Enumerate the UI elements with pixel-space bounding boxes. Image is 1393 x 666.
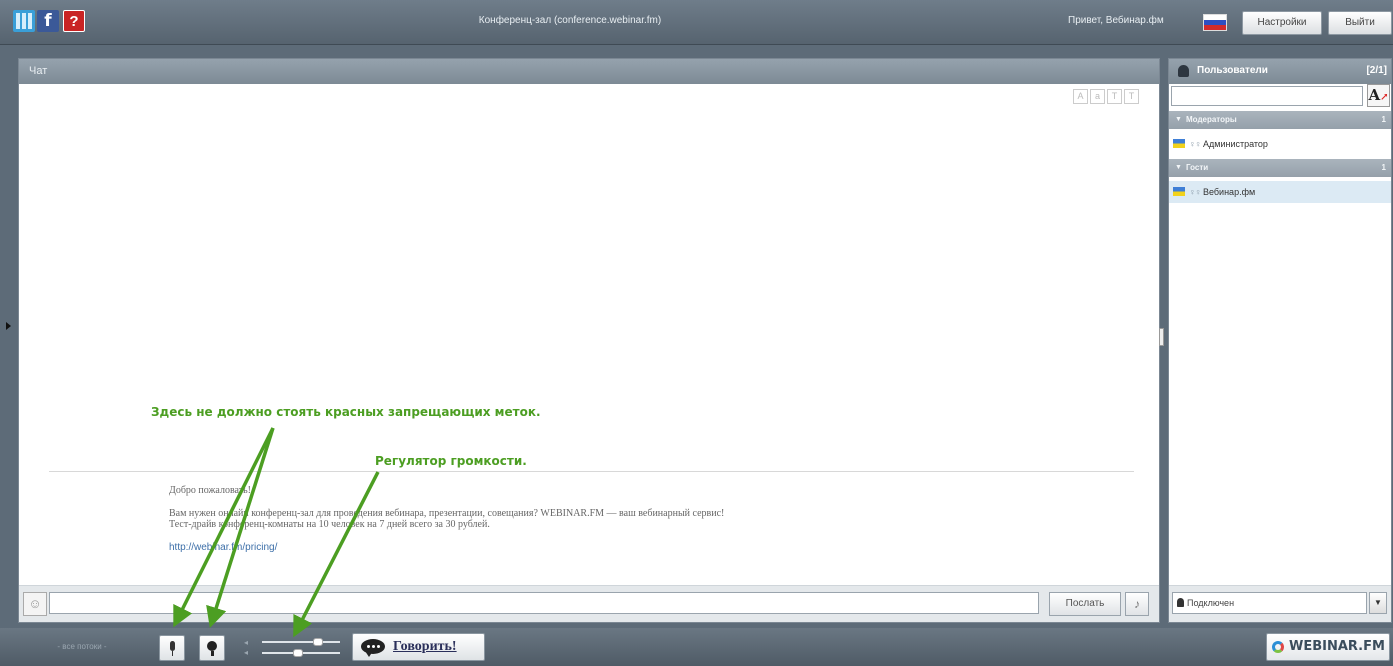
- person-icon: [1177, 598, 1184, 607]
- microphone-button[interactable]: [159, 635, 185, 661]
- ukraine-flag-icon: [1173, 187, 1185, 196]
- send-button[interactable]: Послать: [1049, 592, 1121, 616]
- users-count: [2/1]: [1366, 65, 1387, 76]
- collapse-left-arrow-icon[interactable]: [6, 322, 11, 330]
- connection-status-select[interactable]: Подключен: [1172, 592, 1367, 614]
- users-header: Пользователи [2/1]: [1169, 59, 1391, 84]
- volume-slider-thumb[interactable]: [312, 638, 323, 646]
- group-moderators[interactable]: ▼ Модераторы 1: [1169, 111, 1391, 129]
- chat-panel: Чат AaTT Добро пожаловать! Вам нужен онл…: [18, 58, 1160, 623]
- user-item-selected[interactable]: ♀♀ Вебинар.фм: [1169, 181, 1391, 203]
- logo-icon: [1272, 641, 1284, 653]
- users-title: Пользователи: [1197, 65, 1268, 76]
- panel-splitter[interactable]: [1159, 328, 1164, 346]
- welcome-line-1: Вам нужен онлайн конференц-зал для прове…: [169, 508, 725, 519]
- font-increase-icon[interactable]: A: [1073, 89, 1088, 104]
- group-count: 1: [1381, 163, 1386, 172]
- room-title: Конференц-зал (conference.webinar.fm): [478, 15, 662, 26]
- chevron-down-icon: ▼: [1175, 116, 1182, 123]
- speak-button[interactable]: Говорить!: [352, 633, 485, 661]
- speak-label: Говорить!: [393, 639, 457, 654]
- text-style-icon[interactable]: T: [1124, 89, 1139, 104]
- greeting-text: Привет, Вебинар.фм: [1068, 15, 1164, 26]
- status-label: Подключен: [1187, 598, 1235, 608]
- camera-stream-select[interactable]: - все потоки -: [22, 636, 142, 658]
- welcome-line-2: Тест-драйв конференц-комнаты на 10 челов…: [169, 519, 490, 530]
- chat-message-input[interactable]: [49, 592, 1039, 614]
- facebook-icon[interactable]: f: [37, 10, 59, 32]
- webcam-button[interactable]: [199, 635, 225, 661]
- chevron-down-icon: ▼: [1175, 164, 1182, 171]
- speech-bubble-icon: [361, 639, 385, 657]
- settings-button[interactable]: Настройки: [1242, 11, 1322, 35]
- bell-icon[interactable]: ♪: [1125, 592, 1149, 616]
- brand-text: WEBINAR.FM: [1289, 639, 1385, 654]
- user-name: Администратор: [1203, 139, 1268, 149]
- users-panel: Пользователи [2/1] A↗ ▼ Модераторы 1 ♀♀ …: [1168, 58, 1392, 623]
- mic-status-icon: ♀♀: [1189, 139, 1201, 149]
- group-name: Модераторы: [1186, 115, 1237, 124]
- chat-input-row: ☺ Послать ♪: [19, 586, 1159, 622]
- help-icon[interactable]: ?: [63, 10, 85, 32]
- chat-toolbar: AaTT: [1071, 89, 1139, 104]
- font-settings-icon[interactable]: A↗: [1367, 84, 1390, 107]
- webcam-icon: [207, 641, 217, 651]
- group-count: 1: [1381, 115, 1386, 124]
- volume-icons: ◂ ◂: [244, 638, 249, 657]
- user-search-input[interactable]: [1171, 86, 1363, 106]
- smiley-icon[interactable]: ☺: [23, 592, 47, 616]
- message-divider: [49, 471, 1134, 472]
- annotation-volume-control: Регулятор громкости.: [375, 454, 527, 468]
- top-bar: f ? Конференц-зал (conference.webinar.fm…: [0, 0, 1393, 45]
- font-decrease-icon[interactable]: a: [1090, 89, 1105, 104]
- user-item[interactable]: ♀♀ Администратор: [1169, 133, 1391, 155]
- welcome-message: Добро пожаловать! Вам нужен онлайн конфе…: [169, 485, 1069, 565]
- group-name: Гости: [1186, 163, 1209, 172]
- chat-header: Чат: [19, 59, 1159, 84]
- webinar-fm-logo[interactable]: WEBINAR.FM: [1266, 633, 1390, 661]
- user-name: Вебинар.фм: [1203, 187, 1256, 197]
- russian-flag-icon[interactable]: [1203, 14, 1227, 31]
- chevron-down-icon[interactable]: ▼: [1369, 592, 1387, 614]
- volume-slider-track[interactable]: [262, 641, 340, 643]
- bottom-bar: - все потоки - ◂ ◂ Говорить! WEBINAR.FM: [0, 628, 1393, 666]
- grid-icon[interactable]: [13, 10, 35, 32]
- users-icon: [1178, 65, 1189, 77]
- pricing-link[interactable]: http://webinar.fm/pricing/: [169, 542, 1069, 553]
- microphone-icon: [170, 641, 175, 651]
- group-guests[interactable]: ▼ Гости 1: [1169, 159, 1391, 177]
- status-bar: Подключен ▼: [1169, 585, 1391, 622]
- exit-button[interactable]: Выйти: [1328, 11, 1392, 35]
- welcome-title: Добро пожаловать!: [169, 485, 251, 496]
- ukraine-flag-icon: [1173, 139, 1185, 148]
- mic-status-icon: ♀♀: [1189, 187, 1201, 197]
- annotation-no-red-marks: Здесь не должно стоять красных запрещающ…: [151, 405, 541, 419]
- mic-slider-thumb[interactable]: [293, 649, 304, 657]
- text-size-icon[interactable]: T: [1107, 89, 1122, 104]
